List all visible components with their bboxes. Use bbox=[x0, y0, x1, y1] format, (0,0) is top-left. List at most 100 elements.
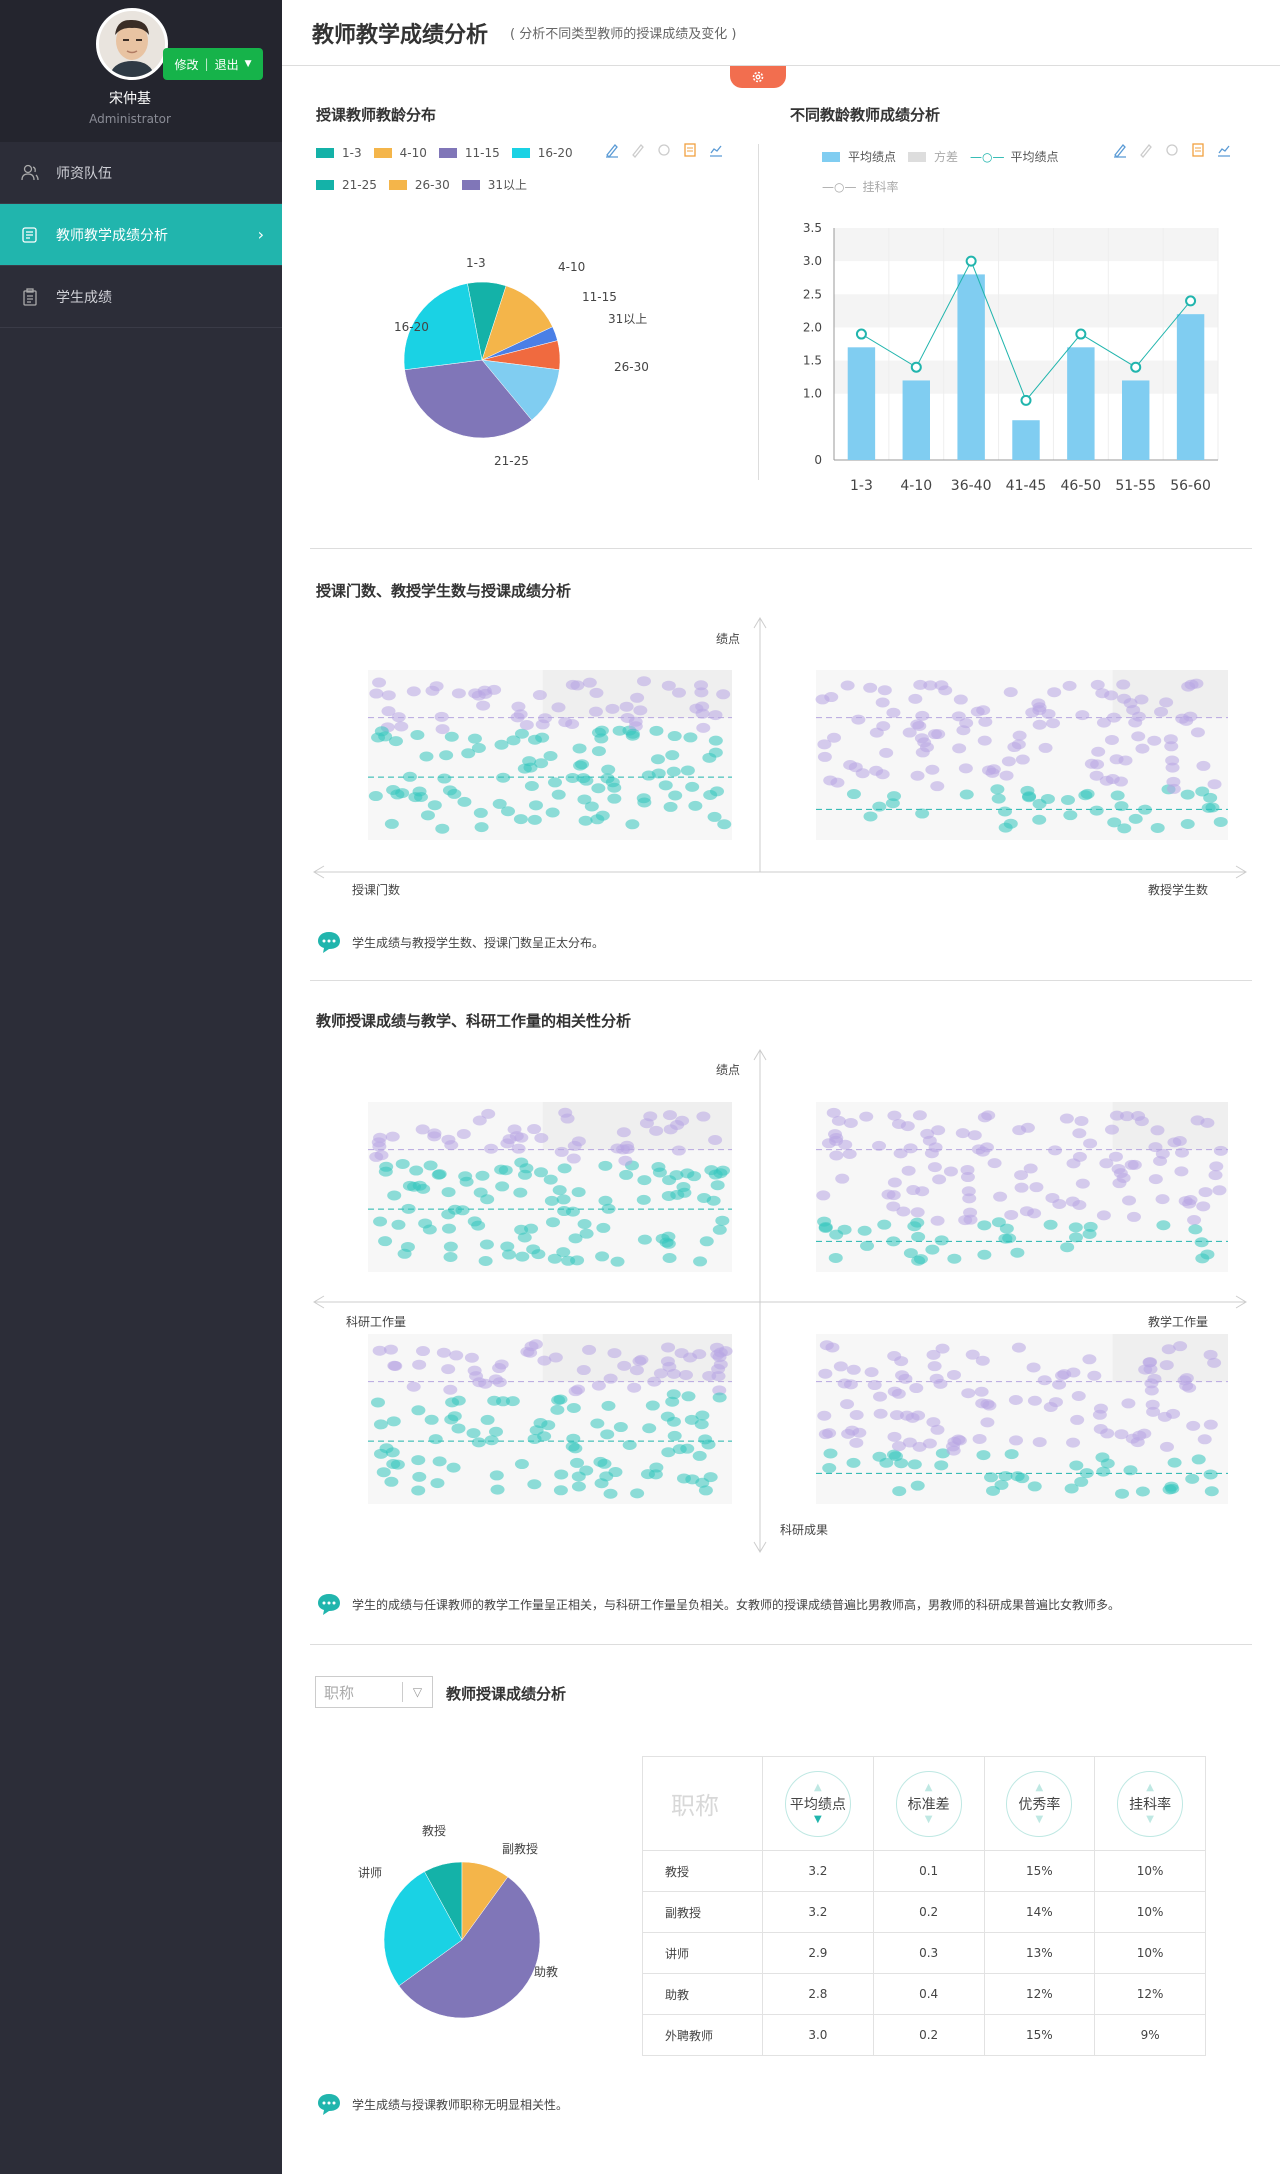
scatter-point bbox=[1038, 742, 1053, 753]
pen-icon[interactable] bbox=[1112, 142, 1128, 158]
logout-link[interactable]: 退出 bbox=[215, 56, 239, 73]
eraser-icon[interactable] bbox=[630, 142, 646, 158]
legend-item[interactable]: 方差 bbox=[908, 148, 958, 165]
scatter-point bbox=[984, 1472, 999, 1483]
avatar[interactable] bbox=[96, 8, 168, 80]
user-menu-button[interactable]: 修改 | 退出 ▼ bbox=[163, 48, 263, 80]
edit-link[interactable]: 修改 bbox=[175, 56, 199, 73]
column-header[interactable]: ▲ 优秀率 ▼ bbox=[983, 1756, 1096, 1851]
scatter-point bbox=[695, 1477, 710, 1488]
scatter-point bbox=[1191, 1454, 1206, 1465]
scatter-point bbox=[1003, 687, 1018, 698]
scatter-point bbox=[386, 1416, 401, 1427]
legend-item[interactable]: 1-3 bbox=[316, 146, 362, 160]
scatter-point bbox=[1164, 741, 1179, 752]
refresh-icon[interactable] bbox=[1164, 142, 1180, 158]
scatter-point bbox=[386, 784, 401, 795]
scatter-point bbox=[1027, 1395, 1042, 1406]
scatter-point bbox=[622, 1440, 637, 1451]
scatter-point bbox=[1032, 814, 1047, 825]
refresh-icon[interactable] bbox=[656, 142, 672, 158]
scatter-point bbox=[943, 1166, 958, 1177]
scatter-point bbox=[683, 732, 698, 743]
scatter-point bbox=[1010, 1471, 1025, 1482]
scatter-point bbox=[1062, 680, 1077, 691]
y-axis-bottom-label: 科研成果 bbox=[780, 1523, 829, 1537]
scatter-point bbox=[817, 739, 832, 750]
legend-item[interactable]: 31以上 bbox=[461, 176, 527, 193]
scatter-point bbox=[547, 1253, 562, 1264]
scatter-point bbox=[1066, 1437, 1081, 1448]
scatter-point bbox=[979, 1142, 994, 1153]
scatter-point bbox=[681, 1391, 696, 1402]
scatter-point bbox=[717, 819, 732, 830]
scatter-point bbox=[898, 1373, 913, 1384]
data-view-icon[interactable] bbox=[682, 142, 698, 158]
line-chart-icon[interactable] bbox=[1216, 142, 1232, 158]
legend-item[interactable]: 26-30 bbox=[388, 178, 450, 192]
scatter-point bbox=[934, 1460, 949, 1471]
scatter-point bbox=[923, 680, 938, 691]
legend-item[interactable]: —○— 挂科率 bbox=[822, 178, 899, 195]
sidebar-item-teaching-analysis[interactable]: 教师教学成绩分析 › bbox=[0, 204, 282, 266]
scatter-point bbox=[1194, 1237, 1209, 1248]
legend-item[interactable]: 4-10 bbox=[373, 146, 427, 160]
pie-label: 4-10 bbox=[558, 260, 586, 274]
data-view-icon[interactable] bbox=[1190, 142, 1206, 158]
scatter-point bbox=[1082, 1354, 1097, 1365]
title-select[interactable]: 职称 ▽ bbox=[315, 1676, 433, 1708]
scatter-point bbox=[913, 1254, 928, 1265]
eraser-icon[interactable] bbox=[1138, 142, 1154, 158]
scatter-point bbox=[441, 1223, 456, 1234]
scatter-point bbox=[601, 764, 616, 775]
scatter-point bbox=[554, 1146, 569, 1157]
scatter-point bbox=[1112, 1178, 1127, 1189]
scatter-point bbox=[551, 789, 566, 800]
legend-item[interactable]: 平均绩点 bbox=[822, 148, 896, 165]
line-chart-icon[interactable] bbox=[708, 142, 724, 158]
scatter-point bbox=[666, 1416, 681, 1427]
scatter-point bbox=[1065, 1196, 1080, 1207]
column-header[interactable]: ▲ 挂科率 ▼ bbox=[1094, 1756, 1206, 1851]
scatter-point bbox=[1175, 1147, 1190, 1158]
legend-item[interactable]: —○— 平均绩点 bbox=[970, 148, 1059, 165]
clipboard-icon bbox=[20, 287, 40, 307]
sidebar-item-student-scores[interactable]: 学生成绩 bbox=[0, 266, 282, 328]
scatter-point bbox=[1068, 1222, 1083, 1233]
scatter-point bbox=[600, 773, 615, 784]
scatter-point bbox=[671, 687, 686, 698]
scatter-point bbox=[593, 1456, 608, 1467]
scatter-point bbox=[708, 747, 723, 758]
scatter-point bbox=[963, 1214, 978, 1225]
sidebar-item-faculty[interactable]: 师资队伍 bbox=[0, 142, 282, 204]
legend-item[interactable]: 21-25 bbox=[316, 178, 377, 192]
scatter-point bbox=[601, 1400, 616, 1411]
pen-icon[interactable] bbox=[604, 142, 620, 158]
scatter-point bbox=[1117, 693, 1132, 704]
scatter-point bbox=[1150, 822, 1165, 833]
scatter-point bbox=[915, 808, 930, 819]
select-value: 职称 bbox=[324, 1683, 355, 1702]
scatter-point bbox=[591, 1380, 606, 1391]
scatter-point bbox=[430, 1478, 445, 1489]
scatter-point bbox=[1212, 1185, 1227, 1196]
scatter-point bbox=[708, 710, 723, 721]
scatter-point bbox=[607, 1348, 622, 1359]
legend-item[interactable]: 11-15 bbox=[438, 146, 500, 160]
scatter-point bbox=[532, 690, 547, 701]
page-subtitle: ( 分析不同类型教师的授课成绩及变化 ) bbox=[510, 27, 737, 42]
column-header[interactable]: ▲ 标准差 ▼ bbox=[872, 1756, 985, 1851]
scatter-point bbox=[550, 1404, 565, 1415]
settings-tab[interactable] bbox=[730, 66, 786, 88]
scatter-point bbox=[373, 1419, 388, 1430]
scatter-point bbox=[1075, 710, 1090, 721]
scatter-point bbox=[1091, 746, 1106, 757]
column-header[interactable]: ▲ 平均绩点 ▼ bbox=[762, 1756, 874, 1851]
scatter-point bbox=[1121, 1398, 1136, 1409]
sidebar-item-label: 师资队伍 bbox=[56, 165, 112, 182]
x-tick-label: 51-55 bbox=[1115, 478, 1156, 494]
scatter-point bbox=[467, 1365, 482, 1376]
scatter-point bbox=[845, 1425, 860, 1436]
legend-item[interactable]: 16-20 bbox=[511, 146, 573, 160]
scatter-point bbox=[629, 1365, 644, 1376]
